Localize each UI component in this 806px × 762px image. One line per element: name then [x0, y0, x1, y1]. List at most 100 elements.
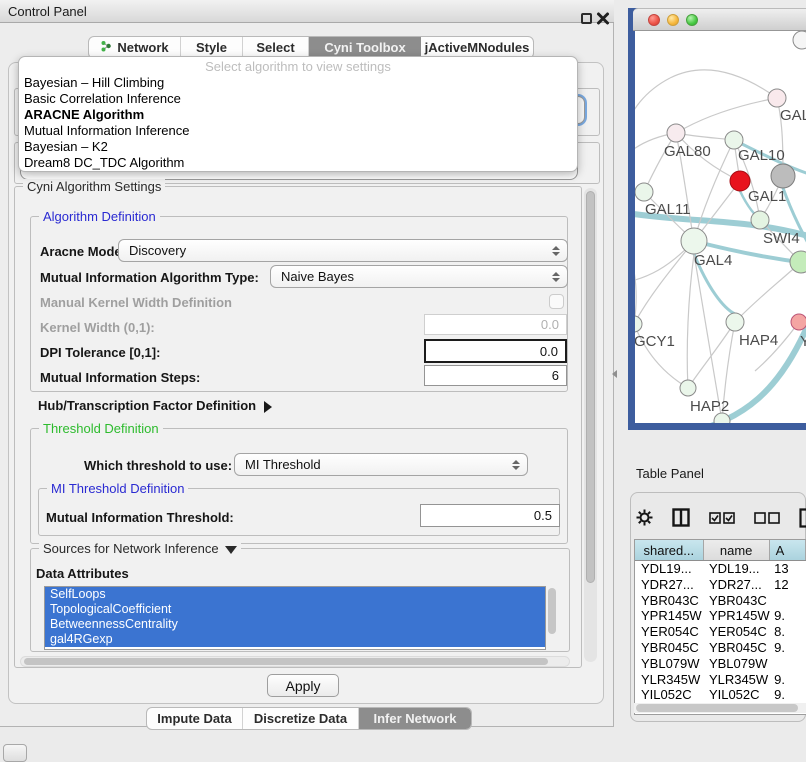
- node-label: GAL4: [694, 252, 732, 269]
- threshold-definition-title: Threshold Definition: [39, 421, 163, 436]
- manual-kernel-width-checkbox[interactable]: [549, 294, 564, 309]
- network-node-hap4[interactable]: [726, 313, 744, 331]
- table-row[interactable]: YLR345W YLR345W 9.: [635, 672, 806, 688]
- attributes-scrollbar[interactable]: [548, 588, 556, 634]
- node-label: HAP4: [739, 332, 778, 349]
- dropdown-item[interactable]: ARACNE Algorithm: [19, 107, 577, 123]
- settings-scrollbar[interactable]: [584, 188, 597, 662]
- zoom-traffic-light-icon[interactable]: [686, 14, 698, 26]
- mi-threshold-field[interactable]: 0.5: [420, 504, 560, 527]
- table-row[interactable]: YBR045C YBR045C 9.: [635, 640, 806, 656]
- dropdown-item[interactable]: Bayesian – Hill Climbing: [19, 75, 577, 91]
- scrollbar-thumb[interactable]: [636, 704, 798, 712]
- collapsed-panel-button[interactable]: [3, 744, 27, 762]
- dropdown-items: Bayesian – Hill ClimbingBasic Correlatio…: [19, 75, 577, 171]
- list-item[interactable]: BetweennessCentrality: [45, 617, 545, 632]
- tab-select[interactable]: Select: [243, 37, 309, 58]
- data-attributes-list[interactable]: SelfLoopsTopologicalCoefficientBetweenne…: [44, 586, 546, 650]
- dropdown-item[interactable]: Mutual Information Inference: [19, 123, 577, 139]
- minimize-traffic-light-icon[interactable]: [667, 14, 679, 26]
- network-node-gcy1[interactable]: [635, 316, 642, 332]
- column-header-next[interactable]: A: [770, 540, 806, 560]
- dpi-tolerance-field[interactable]: 0.0: [424, 339, 567, 363]
- split-columns-icon[interactable]: [672, 508, 690, 532]
- network-node-gal80[interactable]: [667, 124, 685, 142]
- mi-threshold-label: Mutual Information Threshold:: [46, 510, 234, 525]
- control-panel-title: Control Panel: [8, 4, 87, 19]
- table-row[interactable]: YDR27... YDR27... 12: [635, 577, 806, 593]
- tab-impute-data[interactable]: Impute Data: [147, 708, 243, 729]
- column-header-shared-name[interactable]: shared...: [635, 540, 704, 560]
- tab-cyni-toolbox[interactable]: Cyni Toolbox: [309, 37, 421, 58]
- network-window-titlebar[interactable]: [633, 8, 806, 31]
- sources-title[interactable]: Sources for Network Inference: [39, 541, 241, 556]
- node-table[interactable]: shared... name A YDL19... YDL19... 13 YD…: [634, 539, 806, 715]
- list-item[interactable]: SelfLoops: [45, 587, 545, 602]
- table-row[interactable]: YER054C YER054C 8.: [635, 624, 806, 640]
- split-pane-collapse-handle[interactable]: [612, 370, 617, 378]
- algorithm-dropdown-list[interactable]: Select algorithm to view settings Bayesi…: [18, 56, 578, 172]
- network-node-gal11[interactable]: [635, 183, 653, 201]
- node-label: SWI4: [763, 230, 800, 247]
- scrollbar-thumb[interactable]: [24, 658, 548, 665]
- table-toolbar: [636, 504, 806, 536]
- tab-infer-network[interactable]: Infer Network: [359, 708, 471, 729]
- deselect-all-checkboxes-icon[interactable]: [754, 511, 780, 529]
- close-icon[interactable]: [596, 11, 610, 26]
- mi-algorithm-type-combo[interactable]: Naive Bayes: [270, 265, 568, 288]
- table-row[interactable]: YBL079W YBL079W: [635, 656, 806, 672]
- list-item[interactable]: TopologicalCoefficient: [45, 602, 545, 617]
- network-node-gal1[interactable]: [730, 171, 750, 191]
- new-table-icon[interactable]: [799, 508, 806, 533]
- column-header-name[interactable]: name: [704, 540, 770, 560]
- aracne-mode-label: Aracne Mode:: [40, 244, 126, 259]
- combo-arrows-icon: [552, 246, 560, 256]
- dropdown-item[interactable]: Bayesian – K2: [19, 139, 577, 155]
- kernel-width-field[interactable]: 0.0: [424, 314, 567, 335]
- control-panel-titlebar: Control Panel: [0, 0, 614, 23]
- tab-style[interactable]: Style: [181, 37, 243, 58]
- select-all-checkboxes-icon[interactable]: [709, 511, 735, 529]
- gear-icon[interactable]: [636, 509, 653, 531]
- node-label: GAL80: [664, 143, 711, 160]
- network-node[interactable]: [771, 164, 795, 188]
- tab-jactivemnodules[interactable]: jActiveMNodules: [421, 37, 533, 58]
- table-row[interactable]: YDL19... YDL19... 13: [635, 561, 806, 577]
- table-row[interactable]: YBR043C YBR043C: [635, 593, 806, 609]
- network-node[interactable]: [768, 89, 786, 107]
- node-label: Y: [800, 333, 806, 350]
- scrollbar-thumb[interactable]: [586, 191, 595, 583]
- list-item[interactable]: gal4RGexp: [45, 632, 545, 647]
- expanded-arrow-icon: [225, 546, 237, 554]
- node-label: GAL11: [645, 201, 691, 218]
- close-traffic-light-icon[interactable]: [648, 14, 660, 26]
- table-row[interactable]: YIL052C YIL052C 9.: [635, 687, 806, 703]
- float-panel-icon[interactable]: [581, 13, 592, 24]
- attributes-hscrollbar[interactable]: [20, 656, 570, 667]
- table-body: YDL19... YDL19... 13 YDR27... YDR27... 1…: [635, 561, 806, 703]
- collapsed-arrow-icon: [264, 401, 272, 413]
- dropdown-item[interactable]: Basic Correlation Inference: [19, 91, 577, 107]
- network-node-swi4[interactable]: [751, 211, 769, 229]
- manual-kernel-width-label: Manual Kernel Width Definition: [40, 295, 232, 310]
- node-label: GCY1: [635, 333, 675, 350]
- network-node-hap2[interactable]: [680, 380, 696, 396]
- network-node-gal4[interactable]: [681, 228, 707, 254]
- hub-definition-toggle[interactable]: Hub/Transcription Factor Definition: [38, 398, 272, 413]
- network-node[interactable]: [791, 314, 806, 330]
- table-hscrollbar[interactable]: [634, 703, 806, 713]
- table-row[interactable]: YPR145W YPR145W 9.: [635, 608, 806, 624]
- network-canvas[interactable]: GAL2 GAL80 GAL10 GAL1 GAL11 SWI4 GAL4 GC…: [635, 31, 806, 423]
- kernel-width-label: Kernel Width (0,1):: [40, 320, 155, 335]
- tab-network[interactable]: Network: [89, 37, 181, 58]
- apply-button[interactable]: Apply: [267, 674, 339, 697]
- node-label: HAP2: [690, 398, 729, 415]
- dropdown-item[interactable]: Dream8 DC_TDC Algorithm: [19, 155, 577, 171]
- network-graph[interactable]: [635, 31, 806, 423]
- mi-steps-field[interactable]: 6: [424, 365, 567, 386]
- aracne-mode-combo[interactable]: Discovery: [118, 239, 568, 262]
- network-node[interactable]: [793, 31, 806, 49]
- tab-discretize-data[interactable]: Discretize Data: [243, 708, 359, 729]
- data-attributes-label: Data Attributes: [36, 566, 129, 581]
- which-threshold-combo[interactable]: MI Threshold: [234, 453, 528, 476]
